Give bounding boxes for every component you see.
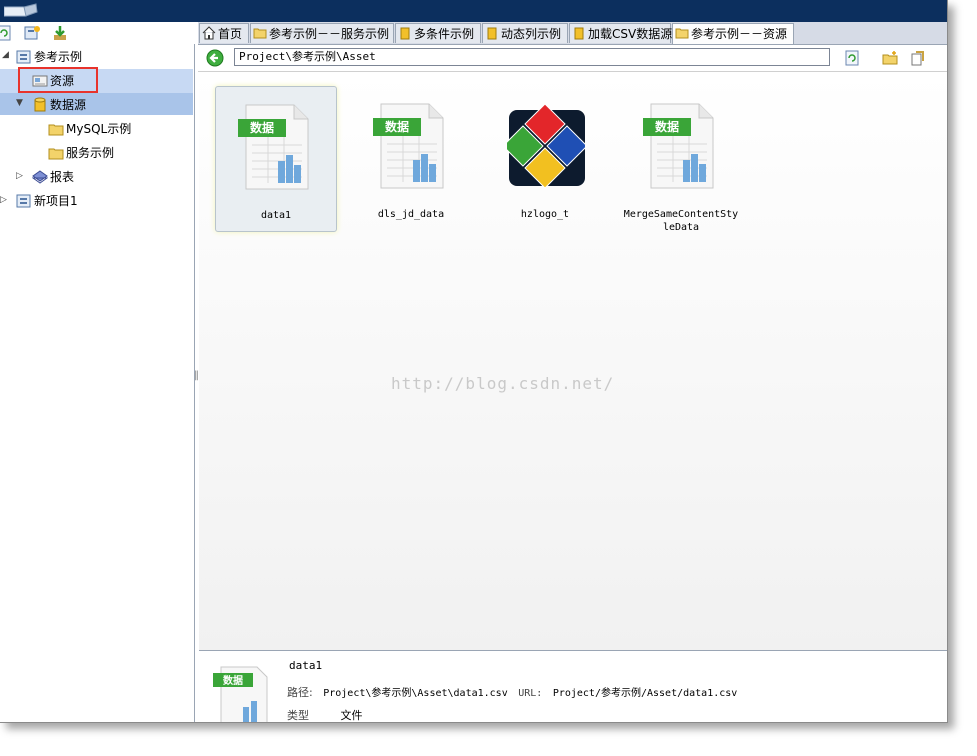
tree-node-root[interactable]: 参考示例 <box>16 45 82 67</box>
tab-label: 加载CSV数据源 <box>588 27 673 41</box>
url-value: Project/参考示例/Asset/data1.csv <box>552 688 738 699</box>
collapsed-arrow-icon[interactable]: ▷ <box>0 195 7 205</box>
collapsed-arrow-icon[interactable]: ▷ <box>16 171 23 181</box>
file-item-dls-jd-data[interactable]: 数据 dls_jd_data <box>351 86 471 230</box>
tree-node-report[interactable]: 报表 <box>32 165 74 187</box>
tab-service-example[interactable]: 参考示例－－服务示例 <box>250 23 394 43</box>
data-file-icon: 数据 <box>373 103 444 189</box>
url-label: URL: <box>518 688 543 699</box>
tree-node-label: 报表 <box>50 169 75 184</box>
file-name: data1 <box>260 210 292 221</box>
new-project-icon[interactable] <box>24 25 40 41</box>
database-icon <box>487 27 497 40</box>
tab-home[interactable]: 首页 <box>199 23 249 43</box>
new-folder-icon[interactable] <box>882 50 898 66</box>
tab-label: 多条件示例 <box>414 27 475 41</box>
file-name: dls_jd_data <box>377 209 445 220</box>
path-bar: Project\参考示例\Asset <box>198 45 947 72</box>
database-icon <box>400 27 410 40</box>
tree-node-label: 新项目1 <box>34 193 78 208</box>
app-window: ◢ 参考示例 资源 ▼ 数据源 MySQL示例 服务示例 ▷ 报表 ▷ 新项目1… <box>0 0 948 723</box>
data-file-icon: 数据 <box>238 104 309 190</box>
file-badge: 数据 <box>250 120 274 135</box>
tab-multi-condition[interactable]: 多条件示例 <box>395 23 481 43</box>
database-icon <box>34 97 46 111</box>
details-panel: 数据 data1 路径: Project\参考示例\Asset\data1.cs… <box>199 651 947 722</box>
watermark-text: http://blog.csdn.net/ <box>391 374 615 393</box>
report-icon <box>32 169 48 184</box>
tree-node-label: 数据源 <box>50 97 87 112</box>
home-icon <box>202 26 216 40</box>
file-badge: 数据 <box>655 119 679 134</box>
path-label: 路径: <box>287 686 313 699</box>
file-item-hzlogo[interactable]: hzlogo_t <box>485 86 605 230</box>
folder-icon <box>48 148 64 159</box>
tree-toolbar <box>0 22 194 45</box>
data-file-icon: 数据 <box>213 666 268 722</box>
tree-hover-highlight <box>0 93 193 115</box>
refresh-icon[interactable] <box>0 25 12 41</box>
folder-icon <box>253 28 267 39</box>
type-value: 文件 <box>340 709 363 722</box>
file-name: MergeSameContentStyleData <box>623 209 739 233</box>
file-grid: http://blog.csdn.net/ 数据 data1 数据 dls_jd… <box>199 72 947 651</box>
tab-label: 首页 <box>218 27 243 41</box>
tree-node-datasource[interactable]: 数据源 <box>32 93 86 115</box>
annotation-highlight-box <box>18 67 98 93</box>
tab-label: 参考示例－－资源 <box>691 27 788 41</box>
tree-node-service[interactable]: 服务示例 <box>48 141 114 163</box>
details-file-name: data1 <box>289 659 323 672</box>
tree-node-mysql[interactable]: MySQL示例 <box>48 117 131 139</box>
tab-bar: 首页 参考示例－－服务示例 多条件示例 动态列示例 加载CSV数据源 参考示例－… <box>198 22 947 45</box>
file-item-data1[interactable]: 数据 data1 <box>215 86 337 232</box>
database-icon <box>574 27 584 40</box>
tab-load-csv[interactable]: 加载CSV数据源 <box>569 23 673 43</box>
tab-dynamic-column[interactable]: 动态列示例 <box>482 23 568 43</box>
file-badge: 数据 <box>223 674 243 687</box>
folder-icon <box>48 124 64 135</box>
refresh-icon[interactable] <box>844 50 860 66</box>
path-input[interactable]: Project\参考示例\Asset <box>234 48 830 66</box>
download-icon[interactable] <box>52 25 68 41</box>
file-item-merge-same-content[interactable]: 数据 MergeSameContentStyleData <box>621 86 741 233</box>
data-file-icon: 数据 <box>643 103 714 189</box>
file-badge: 数据 <box>385 119 409 134</box>
tree-node-label: MySQL示例 <box>66 121 132 136</box>
tab-asset[interactable]: 参考示例－－资源 <box>672 23 794 44</box>
project-icon <box>16 194 31 207</box>
app-logo-icon <box>4 3 38 17</box>
panel-splitter[interactable]: ‖ <box>194 370 199 392</box>
project-tree: ◢ 参考示例 资源 ▼ 数据源 MySQL示例 服务示例 ▷ 报表 ▷ 新项目1 <box>0 44 195 722</box>
tree-node-newproject[interactable]: 新项目1 <box>16 189 78 211</box>
folder-icon <box>675 28 689 39</box>
path-value: Project\参考示例\Asset\data1.csv <box>323 688 508 699</box>
project-icon <box>16 50 31 63</box>
details-path-row: 路径: Project\参考示例\Asset\data1.csv URL: Pr… <box>287 684 737 700</box>
expand-arrow-icon[interactable]: ◢ <box>2 50 9 60</box>
tree-node-label: 参考示例 <box>34 49 83 64</box>
type-label: 类型 <box>287 709 309 722</box>
title-bar <box>0 0 947 22</box>
file-name: hzlogo_t <box>520 209 570 220</box>
back-arrow-icon[interactable] <box>206 49 224 67</box>
upload-icon[interactable] <box>910 50 926 66</box>
details-type-row: 类型 文件 <box>287 707 363 722</box>
tab-label: 动态列示例 <box>501 27 562 41</box>
expand-arrow-icon[interactable]: ▼ <box>16 98 23 108</box>
hzlogo-image-icon <box>507 103 585 189</box>
tab-label: 参考示例－－服务示例 <box>269 27 390 41</box>
tree-node-label: 服务示例 <box>66 145 115 160</box>
